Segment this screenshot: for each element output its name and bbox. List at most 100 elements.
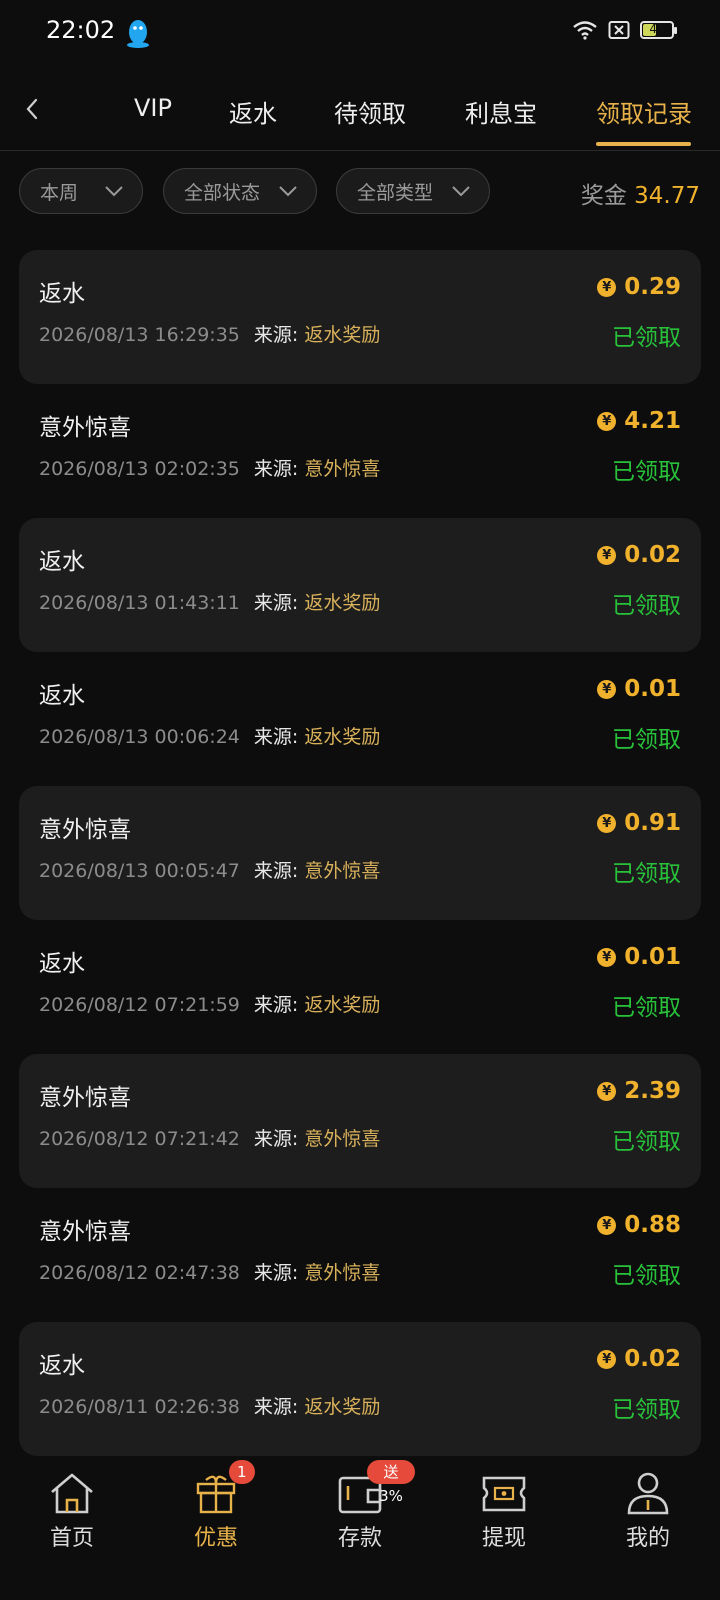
battery-icon: 45 bbox=[640, 21, 677, 39]
yuan-coin-icon: ¥ bbox=[597, 947, 617, 967]
record-amount: ¥0.01 bbox=[597, 676, 681, 702]
record-meta: 2026/08/13 01:43:11 来源: 返水奖励 bbox=[39, 588, 380, 615]
nav-deposit[interactable]: 存款 送3% bbox=[305, 1460, 415, 1552]
source-label: 来源: bbox=[253, 860, 299, 882]
tab-vip[interactable]: VIP bbox=[134, 94, 172, 122]
record-status: 已领取 bbox=[612, 459, 681, 485]
no-sim-icon bbox=[608, 21, 630, 39]
tab-pending[interactable]: 待领取 bbox=[334, 94, 406, 129]
yuan-coin-icon: ¥ bbox=[597, 679, 617, 699]
record-amount-value: 0.02 bbox=[624, 1346, 681, 1372]
nav-deposit-label: 存款 bbox=[337, 1526, 382, 1551]
record-amount-value: 0.91 bbox=[624, 810, 681, 836]
record-time: 2026/08/12 07:21:42 bbox=[39, 1128, 240, 1150]
list-item[interactable]: 意外惊喜 2026/08/13 02:02:35 来源: 意外惊喜 ¥4.21 已… bbox=[19, 384, 701, 518]
nav-promotions[interactable]: 优惠 1 bbox=[161, 1460, 271, 1552]
tab-claim-records[interactable]: 领取记录 bbox=[596, 94, 692, 129]
yuan-coin-icon: ¥ bbox=[597, 1349, 617, 1369]
yuan-coin-icon: ¥ bbox=[597, 1215, 617, 1235]
record-amount-value: 4.21 bbox=[624, 408, 681, 434]
record-source: 意外惊喜 bbox=[304, 1128, 381, 1150]
tab-rebate[interactable]: 返水 bbox=[229, 94, 277, 129]
status-icons: 45 bbox=[572, 20, 677, 40]
status-bar: 22:02 45 bbox=[0, 0, 720, 66]
record-amount-value: 0.01 bbox=[624, 676, 681, 702]
record-title: 意外惊喜 bbox=[39, 415, 131, 441]
record-meta: 2026/08/13 00:05:47 来源: 意外惊喜 bbox=[39, 856, 380, 883]
notification-badge: 1 bbox=[229, 1460, 255, 1484]
record-status: 已领取 bbox=[612, 861, 681, 887]
record-amount-value: 0.01 bbox=[624, 944, 681, 970]
source-label: 来源: bbox=[253, 994, 299, 1016]
record-amount: ¥0.29 bbox=[597, 274, 681, 300]
record-time: 2026/08/13 00:06:24 bbox=[39, 726, 240, 748]
list-item[interactable]: 意外惊喜 2026/08/12 07:21:42 来源: 意外惊喜 ¥2.39 已… bbox=[19, 1054, 701, 1188]
source-label: 来源: bbox=[253, 324, 299, 346]
tab-bar: VIP 返水 待领取 利息宝 领取记录 bbox=[0, 84, 720, 151]
record-title: 返水 bbox=[39, 1353, 85, 1379]
record-meta: 2026/08/13 00:06:24 来源: 返水奖励 bbox=[39, 722, 380, 749]
record-amount-value: 0.29 bbox=[624, 274, 681, 300]
active-tab-indicator bbox=[596, 142, 691, 146]
record-time: 2026/08/13 02:02:35 bbox=[39, 458, 240, 480]
record-title: 意外惊喜 bbox=[39, 1219, 131, 1245]
record-time: 2026/08/13 00:05:47 bbox=[39, 860, 240, 882]
record-source: 返水奖励 bbox=[304, 592, 381, 614]
nav-withdraw[interactable]: 提现 bbox=[449, 1470, 559, 1552]
record-time: 2026/08/11 02:26:38 bbox=[39, 1396, 240, 1418]
list-item[interactable]: 返水 2026/08/13 16:29:35 来源: 返水奖励 ¥0.29 已领取 bbox=[19, 250, 701, 384]
yuan-coin-icon: ¥ bbox=[597, 411, 617, 431]
record-amount-value: 0.88 bbox=[624, 1212, 681, 1238]
deposit-bonus-badge: 送3% bbox=[367, 1460, 415, 1505]
tab-interest[interactable]: 利息宝 bbox=[465, 94, 537, 129]
chevron-down-icon bbox=[105, 186, 123, 197]
list-item[interactable]: 返水 2026/08/12 07:21:59 来源: 返水奖励 ¥0.01 已领取 bbox=[19, 920, 701, 1054]
source-label: 来源: bbox=[253, 1396, 299, 1418]
source-label: 来源: bbox=[253, 1262, 299, 1284]
nav-home[interactable]: 首页 bbox=[17, 1470, 127, 1552]
record-source: 返水奖励 bbox=[304, 1396, 381, 1418]
record-title: 返水 bbox=[39, 683, 85, 709]
back-arrow-icon[interactable] bbox=[18, 94, 48, 124]
record-source: 返水奖励 bbox=[304, 726, 381, 748]
record-title: 意外惊喜 bbox=[39, 817, 131, 843]
period-filter[interactable]: 本周 bbox=[19, 168, 143, 214]
record-title: 返水 bbox=[39, 951, 85, 977]
record-status: 已领取 bbox=[612, 1397, 681, 1423]
source-label: 来源: bbox=[253, 592, 299, 614]
record-amount-value: 0.02 bbox=[624, 542, 681, 568]
source-label: 来源: bbox=[253, 458, 299, 480]
list-item[interactable]: 返水 2026/08/11 02:26:38 来源: 返水奖励 ¥0.02 已领取 bbox=[19, 1322, 701, 1456]
record-status: 已领取 bbox=[612, 1263, 681, 1289]
record-title: 意外惊喜 bbox=[39, 1085, 131, 1111]
record-amount: ¥4.21 bbox=[597, 408, 681, 434]
list-item[interactable]: 意外惊喜 2026/08/12 02:47:38 来源: 意外惊喜 ¥0.88 已… bbox=[19, 1188, 701, 1322]
list-item[interactable]: 返水 2026/08/13 01:43:11 来源: 返水奖励 ¥0.02 已领取 bbox=[19, 518, 701, 652]
record-title: 返水 bbox=[39, 281, 85, 307]
nav-profile[interactable]: 我的 bbox=[593, 1470, 703, 1552]
source-label: 来源: bbox=[253, 1128, 299, 1150]
status-filter[interactable]: 全部状态 bbox=[163, 168, 317, 214]
record-amount: ¥0.91 bbox=[597, 810, 681, 836]
record-amount: ¥0.02 bbox=[597, 1346, 681, 1372]
record-meta: 2026/08/12 07:21:42 来源: 意外惊喜 bbox=[39, 1124, 380, 1151]
record-status: 已领取 bbox=[612, 995, 681, 1021]
record-amount: ¥0.88 bbox=[597, 1212, 681, 1238]
yuan-coin-icon: ¥ bbox=[597, 1081, 617, 1101]
nav-profile-label: 我的 bbox=[625, 1526, 670, 1551]
yuan-coin-icon: ¥ bbox=[597, 277, 617, 297]
list-item[interactable]: 返水 2026/08/13 00:06:24 来源: 返水奖励 ¥0.01 已领取 bbox=[19, 652, 701, 786]
type-filter[interactable]: 全部类型 bbox=[336, 168, 490, 214]
list-item[interactable]: 意外惊喜 2026/08/13 00:05:47 来源: 意外惊喜 ¥0.91 已… bbox=[19, 786, 701, 920]
yuan-coin-icon: ¥ bbox=[597, 813, 617, 833]
record-meta: 2026/08/12 02:47:38 来源: 意外惊喜 bbox=[39, 1258, 380, 1285]
record-source: 返水奖励 bbox=[304, 324, 381, 346]
nav-withdraw-label: 提现 bbox=[481, 1526, 526, 1551]
home-icon bbox=[51, 1473, 93, 1514]
record-time: 2026/08/13 16:29:35 bbox=[39, 324, 240, 346]
bonus-value: 34.77 bbox=[634, 183, 700, 209]
record-meta: 2026/08/11 02:26:38 来源: 返水奖励 bbox=[39, 1392, 380, 1419]
record-title: 返水 bbox=[39, 549, 85, 575]
record-meta: 2026/08/13 02:02:35 来源: 意外惊喜 bbox=[39, 454, 380, 481]
record-meta: 2026/08/13 16:29:35 来源: 返水奖励 bbox=[39, 320, 380, 347]
